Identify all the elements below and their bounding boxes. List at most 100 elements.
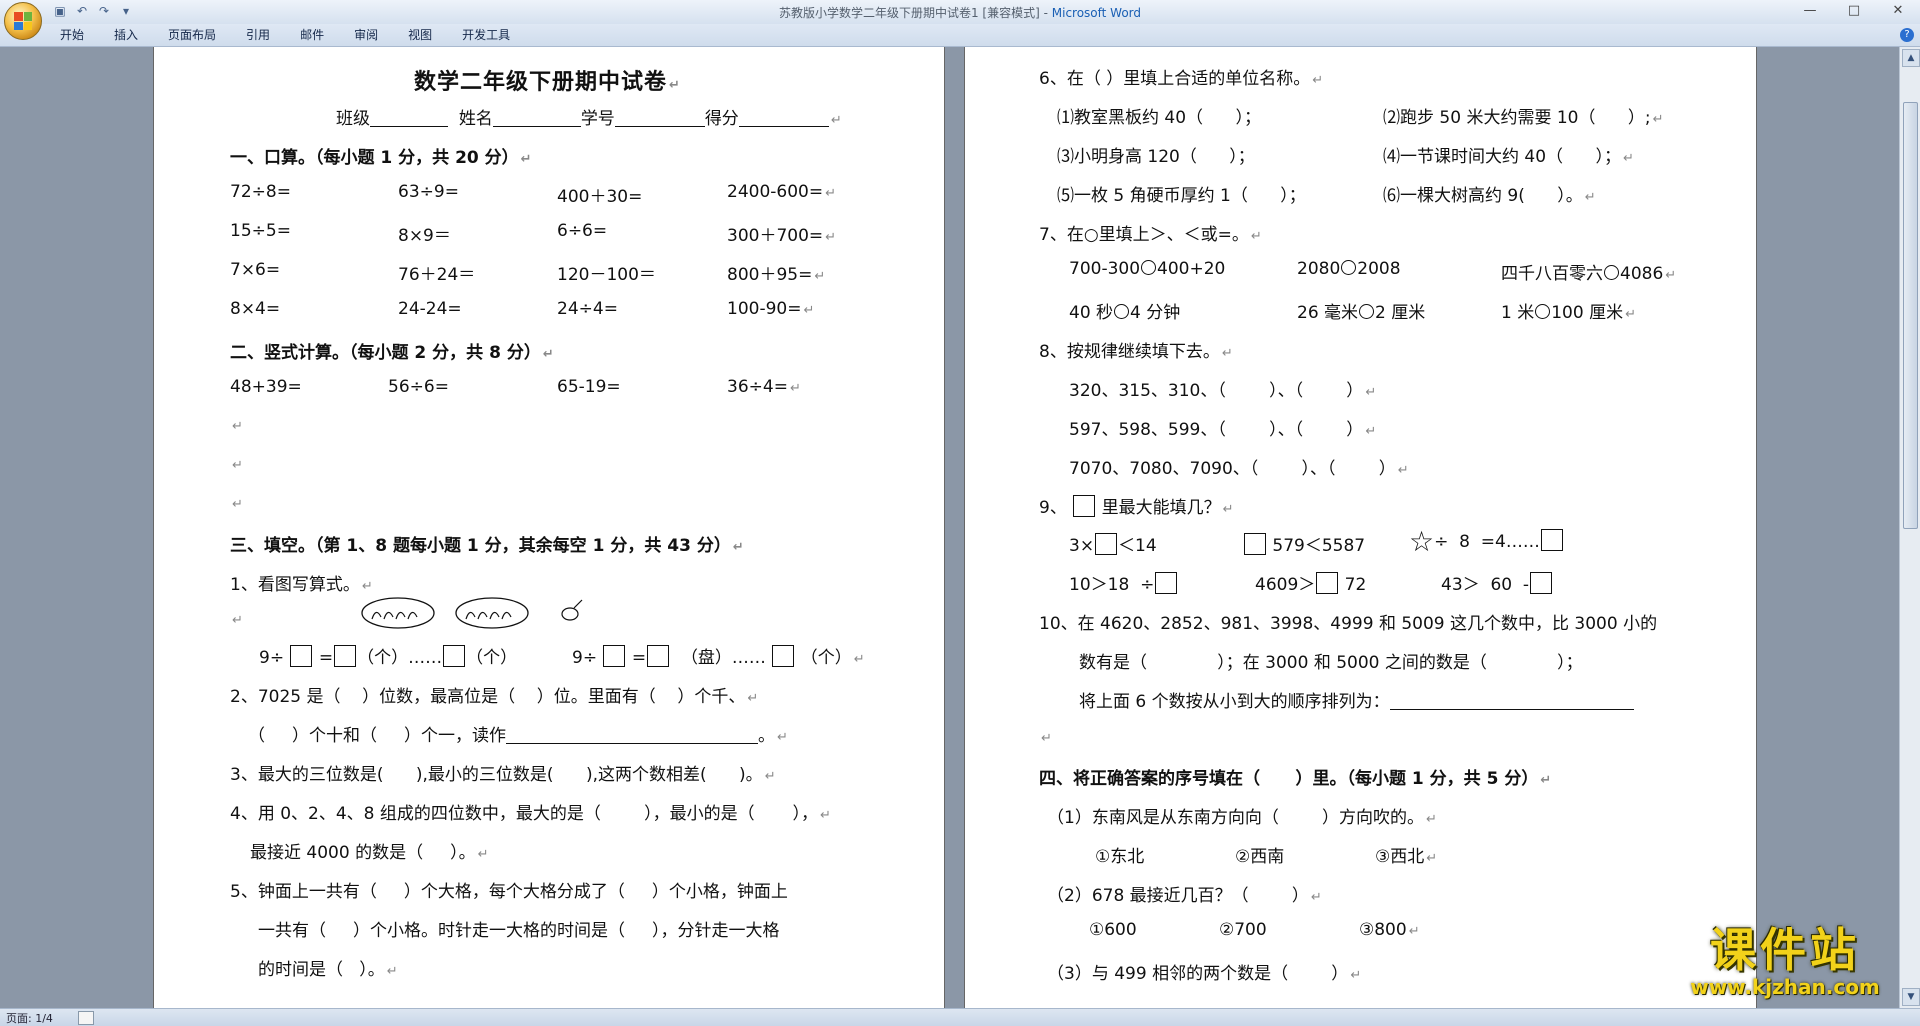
vertical-item: 36÷4= ↵ xyxy=(727,377,801,397)
q7-item: 40 秒4 分钟 xyxy=(1069,303,1181,323)
q5-line-2: 一共有（ ）个小格。时针走一大格的时间是（ ），分针走一大格 xyxy=(258,921,780,941)
q3-text: 3、最大的三位数是( ),最小的三位数是( ),这两个数相差( )。 ↵ xyxy=(230,765,776,785)
q2-line-1: 2、7025 是（ ）位数，最高位是（ ）位。里面有（ ）个千、 ↵ xyxy=(230,687,759,707)
q5-line-1: 5、钟面上一共有（ ）个大格，每个大格分成了（ ）个小格，钟面上 xyxy=(230,882,788,902)
choice-1-question: （1）东南风是从东南方向向（ ）方向吹的。 ↵ xyxy=(1047,808,1437,828)
tab-mailings[interactable]: 邮件 xyxy=(300,27,324,43)
q9-item: 10＞18 ÷ xyxy=(1069,570,1178,595)
vertical-scrollbar[interactable]: ▲ ▼ xyxy=(1899,47,1920,1008)
window-title: 苏教版小学数学二年级下册期中试卷1 [兼容模式] - Microsoft Wor… xyxy=(0,4,1920,21)
q6-item: ⑷一节课时间大约 40（ ）； ↵ xyxy=(1383,147,1634,167)
choice-option: ①东北 xyxy=(1095,847,1145,867)
ribbon-tab-bar: 开始 插入 页面布局 引用 邮件 审阅 视图 开发工具 ? xyxy=(0,24,1920,47)
paragraph-mark: ↵ xyxy=(232,497,243,512)
mental-item: 24÷4= xyxy=(557,299,618,319)
office-logo-icon xyxy=(14,12,32,30)
mental-item: 15÷5= xyxy=(230,221,291,241)
q9-item: ☆÷ 8 =4…… xyxy=(1409,525,1564,558)
mental-item: 800＋95= ↵ xyxy=(727,265,826,285)
q1-text: 1、看图写算式。 ↵ xyxy=(230,575,373,595)
q6-item: ⑴教室黑板约 40（ ）； xyxy=(1057,108,1261,128)
mental-item: 100-90= ↵ xyxy=(727,299,815,319)
page-counter[interactable]: 页面: 1/4 xyxy=(6,1010,53,1026)
tab-references[interactable]: 引用 xyxy=(246,27,270,43)
student-info-line: 班级 姓名 学号 得分 ↵ xyxy=(336,109,842,129)
q7-item: 1 米 100 厘米 ↵ xyxy=(1501,303,1636,323)
choice-option: ②700 xyxy=(1219,920,1267,940)
tab-view[interactable]: 视图 xyxy=(408,27,432,43)
tab-page-layout[interactable]: 页面布局 xyxy=(168,27,216,43)
mental-item: 300＋700= ↵ xyxy=(727,226,837,246)
q7-item: 四千八百零六 4086 ↵ xyxy=(1501,264,1677,284)
mental-item: 2400-600= ↵ xyxy=(727,182,836,202)
q7-item: 700-300 400+20 xyxy=(1069,259,1226,279)
page-right: 6、在（ ）里填上合适的单位名称。 ↵ ⑴教室黑板约 40（ ）； ⑵跑步 50 … xyxy=(964,47,1757,1008)
exam-title: 数学二年级下册期中试卷 ↵ xyxy=(414,70,681,95)
choice-2-question: （2）678 最接近几百？（ ） ↵ xyxy=(1047,886,1322,906)
status-bar: 页面: 1/4 xyxy=(0,1008,1920,1026)
choice-option: ①600 xyxy=(1089,920,1137,940)
tab-insert[interactable]: 插入 xyxy=(114,27,138,43)
mental-item: 8×9＝ xyxy=(398,226,451,246)
minimize-icon[interactable]: — xyxy=(1788,0,1832,22)
scrollbar-thumb[interactable] xyxy=(1903,102,1918,529)
app-name: Microsoft Word xyxy=(1051,6,1142,20)
choice-option: ③800 ↵ xyxy=(1359,920,1420,940)
q8-item: 320、315、310、（ ）、（ ） ↵ xyxy=(1069,381,1377,401)
watermark-text: 课件站 xyxy=(1710,923,1860,977)
section-2-heading: 二、竖式计算。（每小题 2 分，共 8 分） ↵ xyxy=(230,343,554,363)
q1-equation-2: 9÷ = （盘）…… （个） ↵ xyxy=(572,643,865,668)
q7-item: 26 毫米 2 厘米 xyxy=(1297,303,1426,323)
egg-plate-icon xyxy=(361,597,435,629)
egg-plates-illustration xyxy=(361,597,583,629)
q6-item: ⑶小明身高 120（ ）； xyxy=(1057,147,1255,167)
tab-home[interactable]: 开始 xyxy=(60,27,84,43)
egg-single-icon xyxy=(561,599,583,621)
tab-developer[interactable]: 开发工具 xyxy=(462,27,510,43)
watermark-url: www.kjzhan.com xyxy=(1690,975,1880,999)
section-1-heading: 一、口算。（每小题 1 分，共 20 分） ↵ xyxy=(230,148,532,168)
tab-review[interactable]: 审阅 xyxy=(354,27,378,43)
vertical-item: 56÷6= xyxy=(388,377,449,397)
q10-line-3: 将上面 6 个数按从小到大的顺序排列为： xyxy=(1079,687,1634,712)
mental-item: 24-24= xyxy=(398,299,462,319)
maximize-icon[interactable]: □ xyxy=(1832,0,1876,22)
mental-item: 63÷9= xyxy=(398,182,459,202)
q8-item: 597、598、599、（ ）、（ ） ↵ xyxy=(1069,420,1377,440)
watermark-logo: 课件站 www.kjzhan.com xyxy=(1665,925,1905,999)
choice-3-question: （3）与 499 相邻的两个数是（ ） ↵ xyxy=(1047,964,1362,984)
egg-plate-icon xyxy=(455,597,529,629)
q10-line-2: 数有是（ ）；在 3000 和 5000 之间的数是（ ）； xyxy=(1079,653,1583,673)
q7-item: 2080 2008 xyxy=(1297,259,1401,279)
paragraph-mark: ↵ xyxy=(1041,731,1052,746)
q6-item: ⑵跑步 50 米大约需要 10（ ）; ↵ xyxy=(1383,108,1664,128)
q9-text: 9、 里最大能填几？ ↵ xyxy=(1039,493,1234,518)
section-3-heading: 三、填空。（第 1、8 题每小题 1 分，其余每空 1 分，共 43 分） ↵ xyxy=(230,536,744,556)
proofing-icon[interactable] xyxy=(78,1011,94,1025)
help-icon[interactable]: ? xyxy=(1900,28,1914,42)
q2-line-2: （ ）个十和（ ）个一，读作。 ↵ xyxy=(248,726,788,746)
q4-line-1: 4、用 0、2、4、8 组成的四位数中，最大的是（ ），最小的是（ ）， ↵ xyxy=(230,804,831,824)
star-icon: ☆ xyxy=(1409,525,1435,558)
mental-item: 400＋30= xyxy=(557,187,643,207)
paragraph-mark: ↵ xyxy=(232,419,243,434)
scroll-up-icon[interactable]: ▲ xyxy=(1902,49,1920,67)
q9-item: 4609＞ 72 xyxy=(1255,570,1366,595)
section-4-heading: 四、将正确答案的序号填在（ ）里。（每小题 1 分，共 5 分） ↵ xyxy=(1039,769,1552,789)
q5-line-3: 的时间是（ ）。 ↵ xyxy=(258,960,398,980)
mental-item: 120－100＝ xyxy=(557,265,656,285)
q6-text: 6、在（ ）里填上合适的单位名称。 ↵ xyxy=(1039,69,1324,89)
q8-item: 7070、7080、7090、（ ）、（ ） ↵ xyxy=(1069,459,1409,479)
mental-item: 8×4= xyxy=(230,299,281,319)
vertical-item: 65-19= xyxy=(557,377,621,397)
page-left: 数学二年级下册期中试卷 ↵ 班级 姓名 学号 得分 ↵ 一、口算。（每小题 1 分，共 … xyxy=(153,47,945,1008)
office-button[interactable] xyxy=(4,2,42,40)
mental-item: 7×6= xyxy=(230,260,281,280)
document-title: 苏教版小学数学二年级下册期中试卷1 [兼容模式] - xyxy=(778,6,1052,20)
mental-item: 76＋24＝ xyxy=(398,265,476,285)
close-icon[interactable]: ✕ xyxy=(1876,0,1920,22)
q1-equation-1: 9÷ = （个）…… （个） xyxy=(259,643,517,668)
paragraph-mark: ↵ xyxy=(232,458,243,473)
mental-row: 72÷8= xyxy=(230,182,291,202)
vertical-item: 48+39= xyxy=(230,377,302,397)
